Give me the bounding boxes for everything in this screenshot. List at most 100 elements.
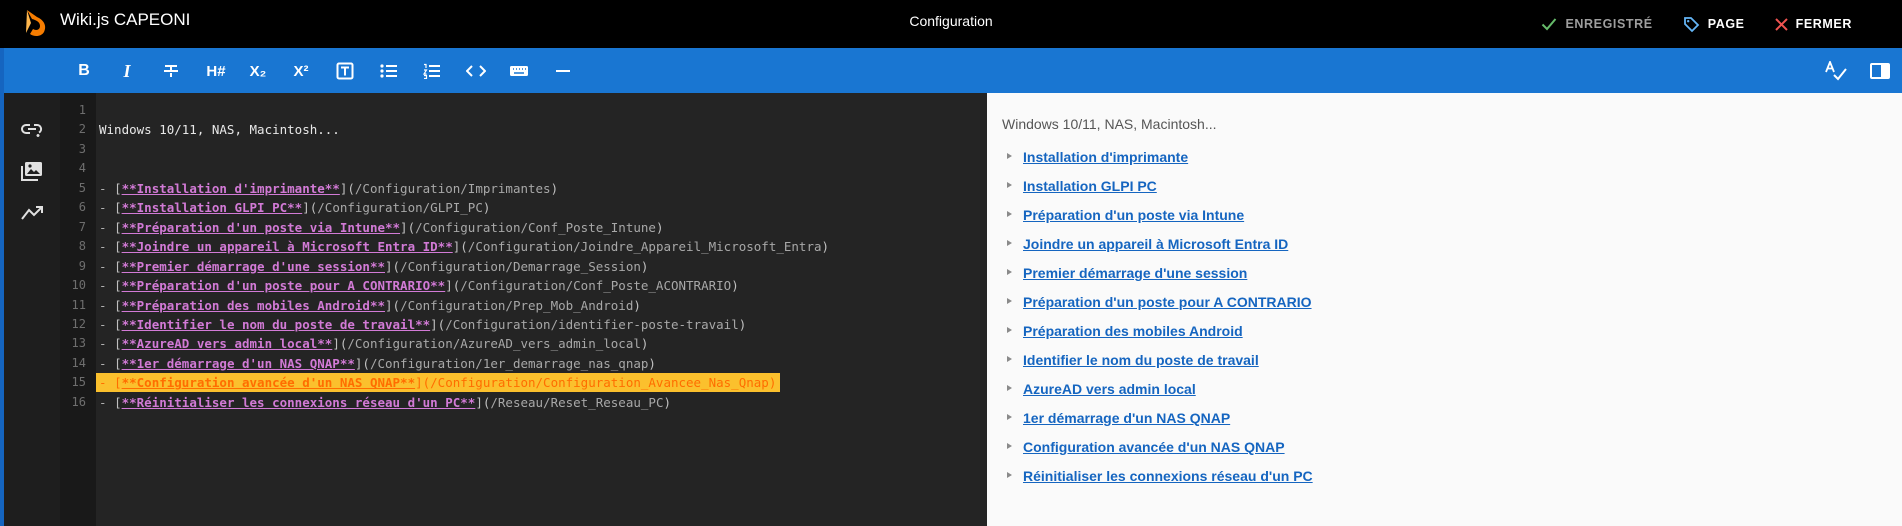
markdown-syntax: ]( [415,375,431,391]
preview-link[interactable]: Configuration avancée d'un NAS QNAP [1023,439,1285,455]
markdown-syntax: - [99,219,115,235]
toggle-preview-button[interactable] [1866,57,1894,85]
inline-code-button[interactable] [462,57,490,85]
preview-pane: Windows 10/11, NAS, Macintosh... Install… [987,93,1902,526]
code-icon [466,65,486,77]
spellcheck-button[interactable] [1822,57,1850,85]
editor-line-text: Windows 10/11, NAS, Macintosh... [99,122,340,138]
markdown-syntax: - [99,355,115,371]
markdown-syntax: - [99,278,115,294]
insert-diagram-button[interactable] [18,199,46,227]
preview-link[interactable]: 1er démarrage d'un NAS QNAP [1023,410,1230,426]
blockquote-button[interactable] [331,57,359,85]
line-number: 11 [71,297,86,312]
editor-line[interactable]: Windows 10/11, NAS, Macintosh... [99,120,340,139]
bullet-triangle-icon [1007,211,1012,217]
editor-line[interactable]: - [**1er démarrage d'un NAS QNAP**](/Con… [99,354,656,373]
markdown-syntax: ) [768,375,777,391]
superscript-button[interactable]: X² [287,57,315,85]
markdown-syntax: ) [821,239,830,255]
preview-link[interactable]: Préparation d'un poste via Intune [1023,207,1244,223]
close-label: FERMER [1795,17,1852,31]
preview-link[interactable]: Identifier le nom du poste de travail [1023,352,1259,368]
editor-line[interactable]: - [**Premier démarrage d'une session**](… [99,257,648,276]
markdown-syntax: [ [114,200,122,216]
markdown-syntax: ) [738,316,747,332]
markdown-link-text: **Installation GLPI PC** [121,200,303,216]
editor-line-selected[interactable]: - [**Configuration avancée d'un NAS QNAP… [96,373,781,393]
line-number: 8 [78,239,86,254]
markdown-link-url: /Configuration/AzureAD_vers_admin_local [347,336,641,352]
editor-line[interactable]: - [**Préparation des mobiles Android**](… [99,296,641,315]
editor-line[interactable]: - [**Préparation d'un poste via Intune**… [99,218,663,237]
numbered-list-button[interactable] [418,57,446,85]
editor-line[interactable]: - [**Identifier le nom du poste de trava… [99,315,746,334]
italic-button[interactable]: I [113,57,141,85]
markdown-editor[interactable]: Windows 10/11, NAS, Macintosh... - [**Ins… [96,93,987,526]
markdown-syntax: [ [114,375,122,391]
subscript-button[interactable]: X₂ [244,57,272,85]
line-number: 1 [78,103,86,117]
preview-link-list: Installation d'imprimante Installation GL… [1007,149,1313,497]
preview-link[interactable]: AzureAD vers admin local [1023,381,1196,397]
split-panel-icon [1870,63,1890,79]
bullet-triangle-icon [1007,385,1012,391]
preview-link[interactable]: Réinitialiser les connexions réseau d'un… [1023,468,1313,484]
preview-link[interactable]: Joindre un appareil à Microsoft Entra ID [1023,236,1288,252]
heading-button[interactable]: H# [200,57,232,85]
editor-line[interactable]: - [**Réinitialiser les connexions réseau… [99,393,671,412]
editor-line[interactable]: - [**Préparation d'un poste pour A CONTR… [99,276,739,295]
preview-list-item: Préparation d'un poste via Intune [1007,207,1313,236]
saved-button[interactable]: ENREGISTRÉ [1541,17,1652,31]
editor-line[interactable]: - [**Installation d'imprimante**](/Confi… [99,179,558,198]
markdown-syntax: ]( [385,258,401,274]
insert-link-button[interactable] [18,115,46,143]
markdown-syntax: ]( [302,200,318,216]
markdown-link-url: /Configuration/Prep_Mob_Android [400,297,634,313]
preview-link[interactable]: Premier démarrage d'une session [1023,265,1247,281]
preview-list-item: Préparation des mobiles Android [1007,323,1313,352]
preview-link[interactable]: Préparation d'un poste pour A CONTRARIO [1023,294,1312,310]
preview-list-item: 1er démarrage d'un NAS QNAP [1007,410,1313,439]
strikethrough-button[interactable] [157,57,185,85]
bold-button[interactable]: B [70,57,98,85]
line-number: 4 [78,161,86,176]
markdown-link-text: **Préparation des mobiles Android** [121,297,385,313]
editor-line[interactable]: - [**AzureAD vers admin local**](/Config… [99,334,648,353]
markdown-syntax: - [99,336,115,352]
line-number: 6 [78,200,86,215]
markdown-link-url: /Configuration/Configuration_Avancee_Nas… [430,375,769,391]
keyboard-button[interactable] [505,57,533,85]
editor-line[interactable]: - [**Installation GLPI PC**](/Configurat… [99,198,490,217]
preview-list-item: Installation d'imprimante [1007,149,1313,178]
preview-link[interactable]: Installation GLPI PC [1023,178,1157,194]
markdown-syntax: ) [633,297,641,313]
line-number: 14 [71,355,86,370]
line-number: 9 [78,258,86,273]
editor-line[interactable]: - [**Joindre un appareil à Microsoft Ent… [99,237,829,256]
preview-link[interactable]: Installation d'imprimante [1023,149,1188,165]
bullet-triangle-icon [1007,298,1012,304]
bullet-list-button[interactable] [375,57,403,85]
markdown-syntax: ]( [400,219,416,235]
horizontal-rule-button[interactable] [549,57,577,85]
close-button[interactable]: FERMER [1774,17,1852,31]
preview-link[interactable]: Préparation des mobiles Android [1023,323,1243,339]
markdown-syntax: - [99,297,115,313]
text-box-icon [336,62,354,80]
preview-list-item: AzureAD vers admin local [1007,381,1313,410]
markdown-syntax: - [99,258,115,274]
editor-toolbar: B I H# X₂ X² [4,48,1902,93]
markdown-syntax: ]( [332,336,348,352]
markdown-syntax: [ [114,239,122,255]
markdown-syntax: [ [114,180,122,196]
page-properties-button[interactable]: PAGE [1683,16,1745,33]
line-number-gutter: 1 2 3 4 5 6 7 8 9 10 11 12 13 14 15 16 [60,93,96,526]
markdown-syntax: [ [114,316,122,332]
markdown-syntax: [ [114,394,122,410]
top-actions: ENREGISTRÉ PAGE FERMER [1541,0,1902,48]
markdown-link-text: **Réinitialiser les connexions réseau d'… [121,394,476,410]
insert-assets-button[interactable] [18,157,46,185]
preview-list-item: Préparation d'un poste pour A CONTRARIO [1007,294,1313,323]
markdown-link-text: **Configuration avancée d'un NAS QNAP** [121,375,416,391]
